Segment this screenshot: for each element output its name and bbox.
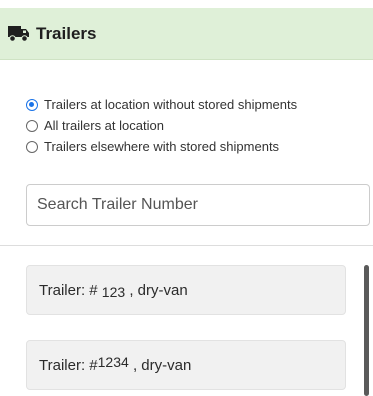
- trailer-type: , dry-van: [132, 356, 192, 374]
- filter-option-label: Trailers elsewhere with stored shipments: [44, 139, 280, 154]
- search-trailer-input[interactable]: [26, 184, 370, 226]
- radio-button-checked[interactable]: [26, 98, 38, 111]
- panel-header: Trailers: [0, 8, 373, 60]
- radio-button[interactable]: [26, 119, 38, 132]
- trailer-prefix: Trailer: #: [39, 356, 98, 374]
- filter-option-elsewhere-with-stored[interactable]: Trailers elsewhere with stored shipments: [26, 136, 366, 157]
- trailer-prefix: Trailer: #: [39, 281, 98, 299]
- truck-icon: [8, 25, 29, 42]
- filter-option-all-at-location[interactable]: All trailers at location: [26, 115, 366, 136]
- trailer-type: , dry-van: [129, 281, 188, 299]
- trailer-filter-radio-group: Trailers at location without stored ship…: [26, 94, 366, 157]
- filter-option-without-stored[interactable]: Trailers at location without stored ship…: [26, 94, 366, 115]
- panel-title: Trailers: [36, 23, 97, 43]
- scrollbar-thumb[interactable]: [364, 265, 369, 396]
- filter-option-label: All trailers at location: [44, 118, 164, 133]
- section-divider: [0, 245, 373, 246]
- trailers-panel: Trailers Trailers at location without st…: [0, 0, 373, 396]
- trailer-number: 1234: [97, 354, 129, 370]
- radio-button[interactable]: [26, 140, 38, 153]
- trailer-list-item[interactable]: Trailer: # 123 , dry-van: [26, 265, 346, 315]
- trailer-list-item[interactable]: Trailer: #1234 , dry-van: [26, 340, 346, 390]
- filter-option-label: Trailers at location without stored ship…: [44, 97, 298, 112]
- trailer-number: 123: [101, 284, 126, 300]
